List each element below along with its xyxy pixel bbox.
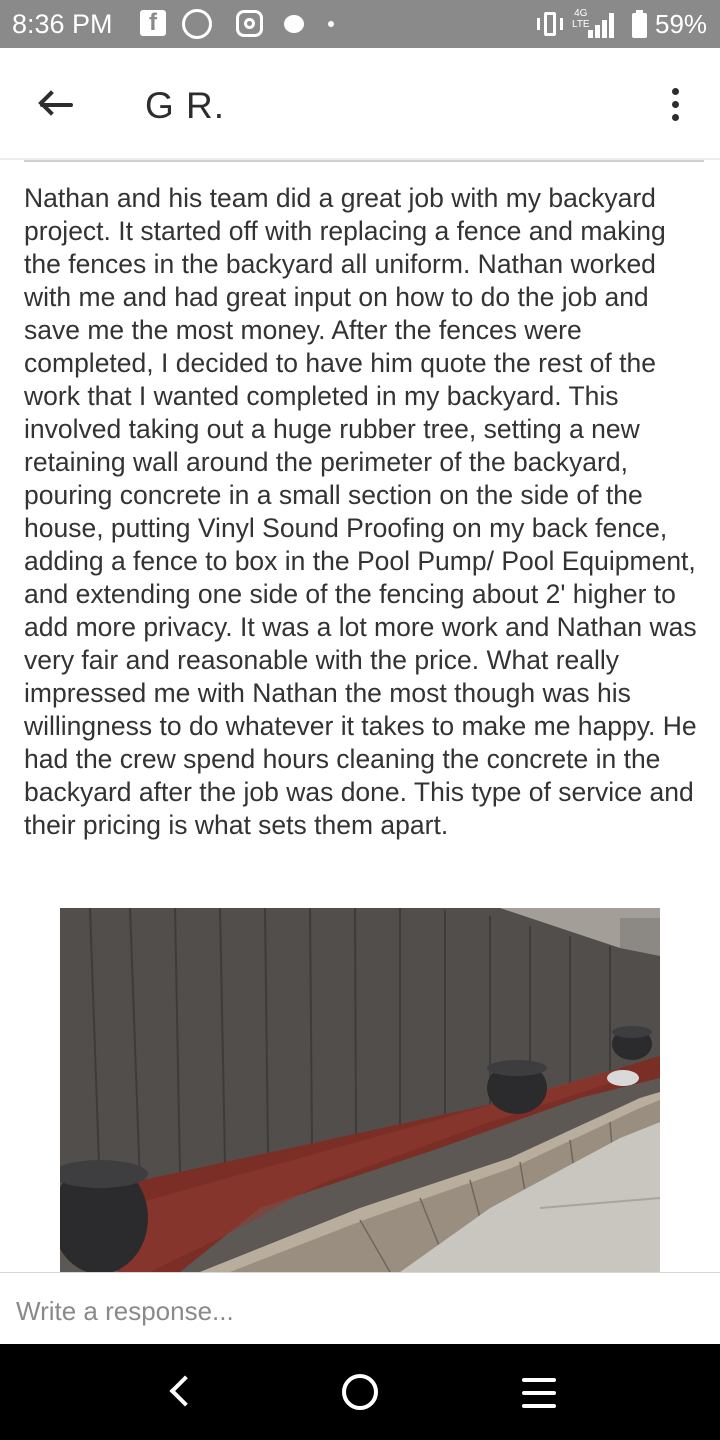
notification-dot-icon [328,21,334,27]
vibrate-icon [536,12,564,36]
status-time: 8:36 PM [12,9,113,39]
review-photo[interactable] [60,908,660,1272]
response-input[interactable] [16,1291,696,1331]
signal-icon [588,12,618,38]
nav-home-icon[interactable] [342,1374,378,1410]
nav-back-icon[interactable] [160,1368,200,1416]
battery-icon [632,10,647,38]
battery-percent: 59% [655,9,708,39]
more-options-button[interactable] [660,84,690,124]
response-bar [0,1272,720,1344]
network-label: 4G [574,8,588,19]
nav-recents-icon[interactable] [522,1376,558,1410]
app-header: G R. [0,48,720,160]
status-bar: 8:36 PM f 4G LTE 59% [0,0,720,48]
instagram-icon [236,10,263,37]
system-nav-bar [0,1344,720,1440]
divider [24,160,704,162]
network-type: 4G LTE [572,8,590,30]
backyard-photo-image [60,908,660,1272]
whatsapp-icon [182,9,212,39]
page-title: G R. [145,85,226,126]
more-vertical-icon [672,88,679,95]
back-button[interactable] [30,80,80,130]
facebook-icon: f [140,10,166,36]
review-text: Nathan and his team did a great job with… [24,183,697,840]
network-sub-label: LTE [572,19,590,30]
messenger-icon [284,15,304,33]
